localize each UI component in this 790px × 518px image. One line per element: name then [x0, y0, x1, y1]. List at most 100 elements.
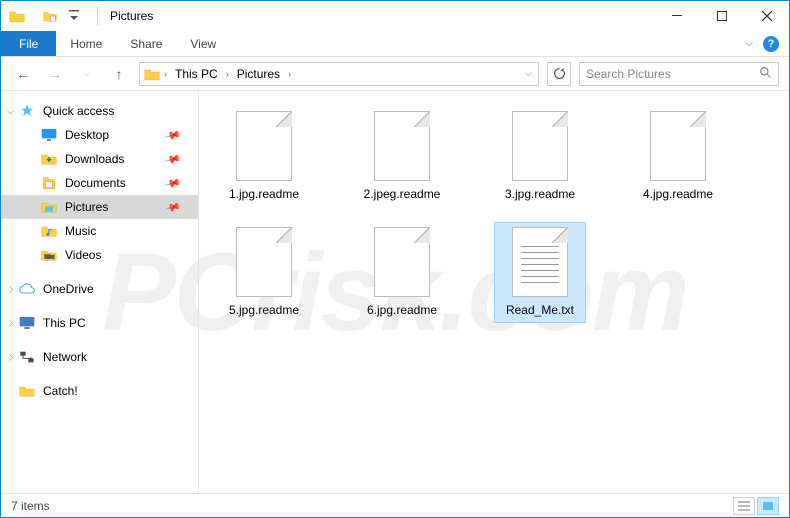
blank-file-icon: [512, 111, 568, 181]
sidebar-item-pictures[interactable]: Pictures 📌: [1, 195, 198, 219]
help-icon[interactable]: ?: [763, 36, 779, 52]
tab-view[interactable]: View: [176, 31, 230, 56]
search-icon: [759, 66, 772, 82]
file-item[interactable]: 5.jpg.readme: [219, 223, 309, 321]
sidebar-quick-access-header[interactable]: ⌵ Quick access: [1, 99, 198, 123]
file-label: Read_Me.txt: [506, 303, 574, 317]
sidebar-item-label: OneDrive: [43, 282, 94, 296]
file-item[interactable]: 6.jpg.readme: [357, 223, 447, 321]
ribbon-expand-icon[interactable]: ⌵: [745, 38, 753, 49]
sidebar-item-label: Music: [65, 224, 96, 238]
status-item-count: 7 items: [11, 499, 50, 513]
recent-dropdown-icon[interactable]: ⌵: [75, 62, 99, 86]
onedrive-icon: [19, 281, 35, 297]
file-label: 6.jpg.readme: [367, 303, 437, 317]
file-label: 2.jpeg.readme: [364, 187, 441, 201]
address-bar[interactable]: › This PC › Pictures › ⌵: [139, 62, 539, 86]
view-switcher: [733, 497, 779, 515]
ribbon-right: ⌵ ?: [745, 31, 789, 56]
file-tab[interactable]: File: [1, 31, 56, 56]
crumb-pictures[interactable]: Pictures: [233, 67, 284, 81]
search-input[interactable]: Search Pictures: [579, 62, 779, 86]
caret-icon: ⌵: [5, 286, 16, 293]
quick-access-toolbar: [39, 5, 85, 27]
text-file-icon: [512, 227, 568, 297]
pin-icon: 📌: [164, 174, 182, 192]
tab-share[interactable]: Share: [116, 31, 176, 56]
sidebar-quick-access: ⌵ Quick access Desktop 📌 Downloads 📌 Doc…: [1, 99, 198, 267]
file-item[interactable]: 1.jpg.readme: [219, 107, 309, 205]
sidebar-item-label: Network: [43, 350, 87, 364]
qat-properties-icon[interactable]: [39, 5, 61, 27]
body: PCrisk.com ⌵ Quick access Desktop 📌 Down…: [1, 91, 789, 493]
desktop-icon: [41, 127, 57, 143]
pin-icon: 📌: [164, 126, 182, 144]
sidebar-item-downloads[interactable]: Downloads 📌: [1, 147, 198, 171]
file-label: 3.jpg.readme: [505, 187, 575, 201]
sidebar-item-videos[interactable]: Videos: [1, 243, 198, 267]
thispc-icon: [19, 315, 35, 331]
sidebar-item-label: Quick access: [43, 104, 114, 118]
sidebar-item-label: Desktop: [65, 128, 109, 142]
titlebar-left: Pictures: [1, 5, 153, 27]
qat-dropdown-icon[interactable]: [63, 5, 85, 27]
forward-button[interactable]: →: [43, 62, 67, 86]
address-right: ⌵: [525, 68, 534, 79]
sidebar-item-label: Downloads: [65, 152, 124, 166]
back-button[interactable]: ←: [11, 62, 35, 86]
sidebar-item-label: Videos: [65, 248, 101, 262]
sidebar-item-desktop[interactable]: Desktop 📌: [1, 123, 198, 147]
crumb-thispc[interactable]: This PC: [171, 67, 222, 81]
maximize-button[interactable]: [699, 1, 744, 31]
tab-home[interactable]: Home: [56, 31, 116, 56]
caret-icon: ⌵: [5, 320, 16, 327]
address-folder-icon: [144, 67, 160, 81]
file-item[interactable]: Read_Me.txt: [495, 223, 585, 321]
refresh-button[interactable]: [547, 62, 571, 86]
sidebar-item-label: Catch!: [43, 384, 78, 398]
sidebar-item-thispc[interactable]: ⌵ This PC: [1, 311, 198, 335]
file-label: 1.jpg.readme: [229, 187, 299, 201]
sidebar-item-label: This PC: [43, 316, 86, 330]
crumb-sep-icon: ›: [226, 69, 229, 79]
window-title: Pictures: [110, 9, 153, 23]
close-button[interactable]: [744, 1, 789, 31]
blank-file-icon: [236, 111, 292, 181]
music-icon: [41, 223, 57, 239]
file-label: 4.jpg.readme: [643, 187, 713, 201]
sidebar-item-documents[interactable]: Documents 📌: [1, 171, 198, 195]
file-label: 5.jpg.readme: [229, 303, 299, 317]
caret-icon: ⌵: [7, 106, 14, 117]
view-icons-button[interactable]: [757, 497, 779, 515]
blank-file-icon: [374, 227, 430, 297]
view-details-button[interactable]: [733, 497, 755, 515]
sidebar-item-onedrive[interactable]: ⌵ OneDrive: [1, 277, 198, 301]
sidebar-item-music[interactable]: Music: [1, 219, 198, 243]
app-folder-icon: [9, 9, 25, 23]
file-item[interactable]: 3.jpg.readme: [495, 107, 585, 205]
pin-icon: 📌: [164, 150, 182, 168]
search-placeholder: Search Pictures: [586, 67, 671, 81]
title-bar: Pictures: [1, 1, 789, 31]
sidebar: ⌵ Quick access Desktop 📌 Downloads 📌 Doc…: [1, 91, 199, 493]
sidebar-item-label: Documents: [65, 176, 126, 190]
folder-icon: [19, 383, 35, 399]
minimize-button[interactable]: [654, 1, 699, 31]
file-item[interactable]: 4.jpg.readme: [633, 107, 723, 205]
status-bar: 7 items: [1, 493, 789, 517]
pin-icon: 📌: [164, 198, 182, 216]
blank-file-icon: [374, 111, 430, 181]
blank-file-icon: [650, 111, 706, 181]
downloads-icon: [41, 151, 57, 167]
sidebar-item-catch[interactable]: Catch!: [1, 379, 198, 403]
file-item[interactable]: 2.jpeg.readme: [357, 107, 447, 205]
videos-icon: [41, 247, 57, 263]
ribbon-tabs: File Home Share View ⌵ ?: [1, 31, 789, 57]
title-separator: [97, 7, 98, 25]
star-icon: [19, 103, 35, 119]
crumb-sep-icon: ›: [288, 69, 291, 79]
address-dropdown-icon[interactable]: ⌵: [525, 68, 532, 79]
file-pane[interactable]: 1.jpg.readme 2.jpeg.readme 3.jpg.readme 4.j…: [199, 91, 789, 493]
sidebar-item-network[interactable]: ⌵ Network: [1, 345, 198, 369]
up-button[interactable]: ↑: [107, 62, 131, 86]
